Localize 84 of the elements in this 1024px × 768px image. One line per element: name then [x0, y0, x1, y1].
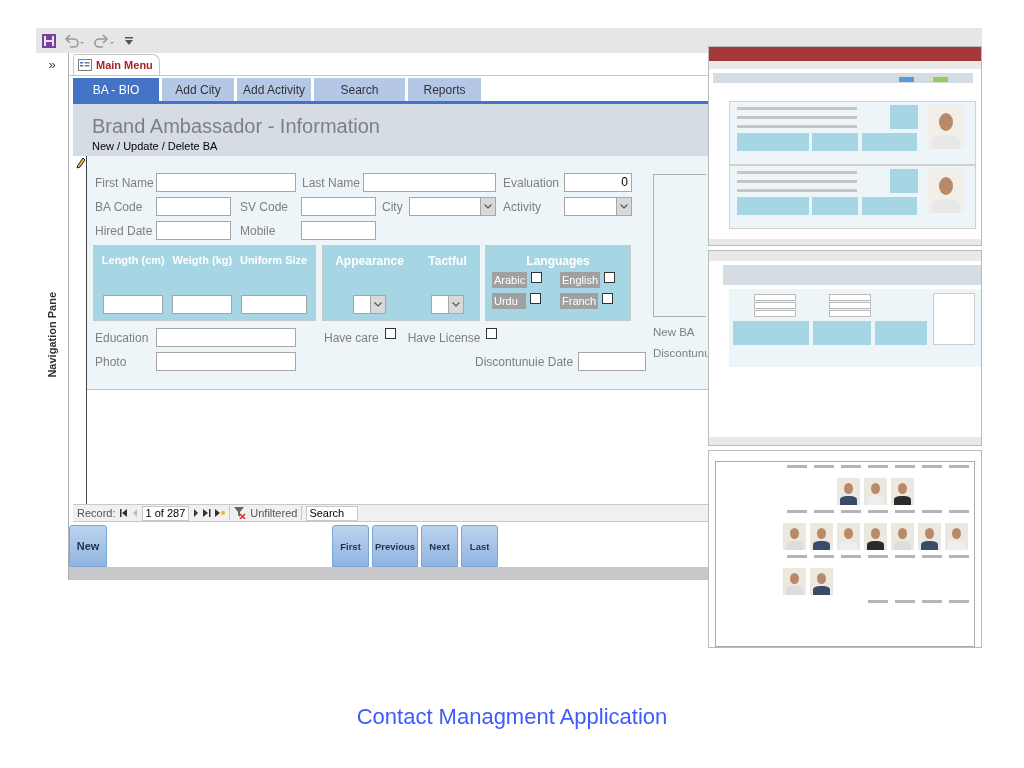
text-field[interactable]: [301, 221, 376, 240]
checkbox[interactable]: [384, 328, 396, 339]
tab[interactable]: BA - BIO: [73, 78, 159, 101]
text-field[interactable]: [240, 295, 307, 314]
field-label: Discontunuie Date: [475, 354, 574, 369]
record-nav-button[interactable]: Previous: [372, 525, 419, 567]
text-field[interactable]: 0: [564, 173, 632, 192]
record-label: Record:: [77, 507, 116, 519]
checkbox[interactable]: [602, 293, 614, 304]
next-record-icon[interactable]: [193, 509, 200, 517]
column-label: Appearance: [335, 254, 404, 268]
text-field[interactable]: [156, 221, 231, 240]
field-label: New BA: [653, 326, 696, 338]
field-label: City: [382, 199, 404, 214]
filter-icon[interactable]: [234, 507, 247, 519]
language-label: Franch: [560, 293, 599, 309]
field-label: Discontunu: [653, 347, 709, 359]
save-icon[interactable]: [42, 33, 56, 48]
language-label: Urdu: [492, 293, 526, 309]
text-field[interactable]: [172, 295, 233, 314]
field-label: BA Code: [95, 199, 144, 214]
chevron-down-icon: [452, 302, 461, 307]
tab[interactable]: Add City: [162, 78, 234, 101]
customize-caret-icon[interactable]: [124, 35, 134, 46]
text-field[interactable]: [103, 295, 164, 314]
dropdown-field[interactable]: [564, 197, 632, 216]
redo-icon[interactable]: [94, 33, 116, 48]
tab[interactable]: Search: [314, 78, 405, 101]
search-field[interactable]: Search: [306, 505, 359, 521]
text-field[interactable]: [156, 352, 296, 371]
record-nav-button[interactable]: Next: [421, 525, 459, 567]
chevron-down-icon: [374, 302, 383, 307]
column-label: Weigth (kg): [172, 254, 233, 266]
tab[interactable]: Reports: [408, 78, 481, 101]
field-label: Photo: [95, 354, 128, 369]
dropdown-field[interactable]: [353, 295, 387, 314]
form-icon: [78, 59, 92, 71]
form-title: Brand Ambassador - Information: [92, 114, 381, 138]
tab[interactable]: Add Activity: [237, 78, 311, 101]
new-button[interactable]: New: [69, 525, 107, 567]
new-record-icon[interactable]: [215, 509, 226, 517]
panel-title: Languages: [525, 254, 591, 268]
field-label: Hired Date: [95, 223, 154, 238]
checkbox[interactable]: [530, 293, 541, 304]
filter-status[interactable]: Unfiltered: [250, 507, 298, 519]
first-record-icon[interactable]: [119, 509, 128, 517]
checkbox[interactable]: [531, 272, 543, 283]
field-label: Education: [95, 330, 150, 345]
form-subtitle: New / Update / Delete BA: [92, 139, 219, 152]
navigation-pane-title[interactable]: Navigation Pane: [46, 292, 58, 378]
text-field[interactable]: [156, 328, 296, 347]
undo-icon[interactable]: [64, 33, 86, 48]
field-label: First Name: [95, 175, 155, 190]
column-label: Uniform Size: [239, 254, 308, 266]
column-label: Length (cm): [101, 254, 165, 266]
checkbox[interactable]: [486, 328, 498, 339]
dropdown-field[interactable]: [409, 197, 496, 216]
expand-toggle[interactable]: »: [48, 57, 56, 72]
field-label: Evaluation: [503, 175, 561, 190]
record-position-field[interactable]: 1 of 287: [141, 505, 190, 521]
text-field[interactable]: [301, 197, 376, 216]
record-nav-button[interactable]: First: [332, 525, 369, 567]
document-tab[interactable]: Main Menu: [73, 54, 160, 75]
text-field[interactable]: [156, 173, 296, 192]
last-record-icon[interactable]: [203, 509, 212, 517]
language-label: Arabic: [492, 272, 528, 288]
field-label: Have License: [407, 330, 481, 345]
dropdown-field[interactable]: [431, 295, 465, 314]
text-field[interactable]: [156, 197, 231, 216]
column-label: Tactful: [428, 254, 467, 268]
record-nav-button[interactable]: Last: [461, 525, 499, 567]
field-label: Activity: [503, 199, 542, 214]
language-label: English: [560, 272, 601, 288]
field-label: SV Code: [240, 199, 290, 214]
previous-record-icon[interactable]: [131, 509, 138, 517]
checkbox[interactable]: [604, 272, 616, 283]
field-label: Last Name: [302, 175, 362, 190]
text-field[interactable]: [578, 352, 647, 371]
chevron-down-icon: [620, 204, 628, 209]
text-field[interactable]: [363, 173, 496, 192]
chevron-down-icon: [484, 204, 492, 209]
slide-caption: Contact Managment Application: [355, 704, 669, 730]
field-label: Have care: [324, 330, 379, 345]
field-label: Mobile: [240, 223, 277, 238]
